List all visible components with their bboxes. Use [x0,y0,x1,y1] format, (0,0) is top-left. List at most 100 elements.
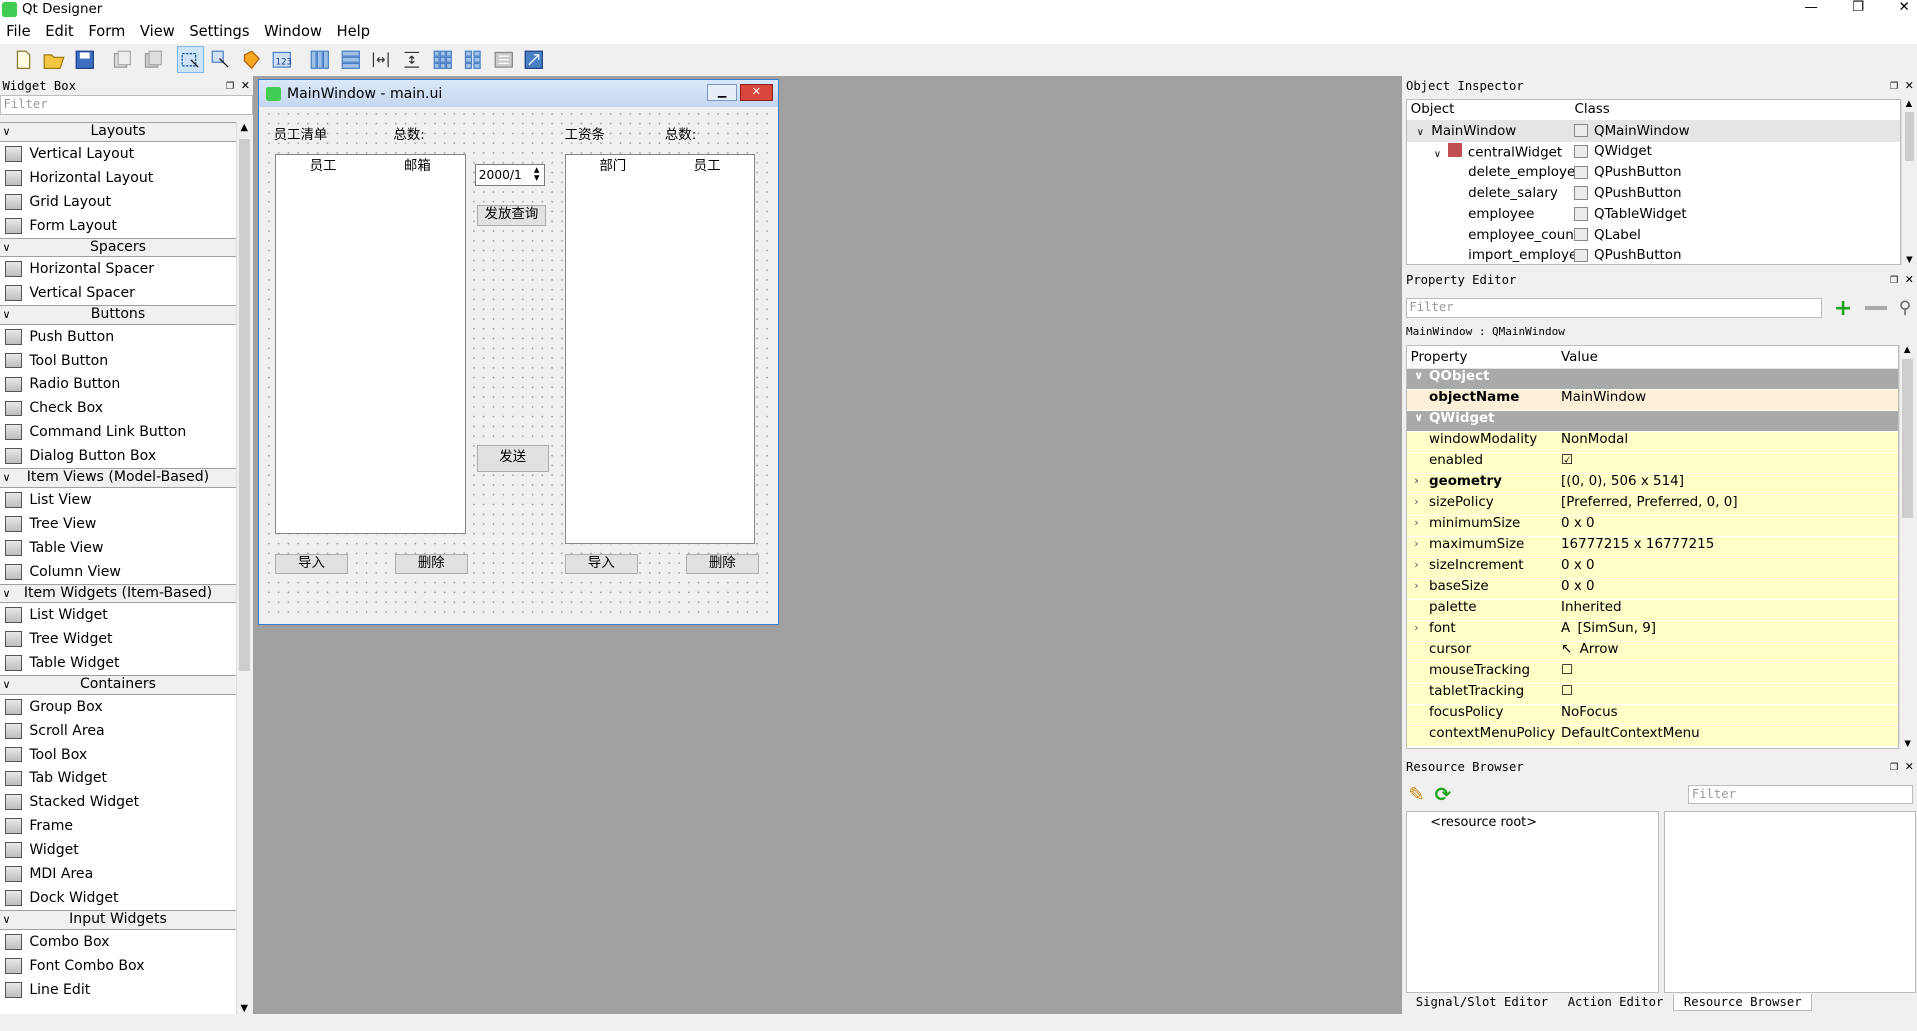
remove-dynamic-property-icon[interactable] [1864,306,1887,310]
chevron-down-icon[interactable]: ∨ [1414,369,1423,382]
property-row[interactable]: mouseTracking ☐ [1406,663,1898,685]
lay-out-form-icon[interactable] [459,46,486,73]
widget-category-header[interactable]: ∨ Item Widgets (Item-Based) [0,583,236,604]
property-row[interactable]: › sizeIncrement 0 x 0 [1406,558,1898,580]
menu-settings[interactable]: Settings [189,23,249,40]
chevron-right-icon[interactable]: › [1414,474,1419,487]
resource-tree[interactable]: <resource root> [1405,810,1660,993]
widget-item[interactable]: Tree View [0,511,236,536]
widget-category-header[interactable]: ∨ Containers [0,675,236,695]
object-tree-scrollbar[interactable]: ▲ ▼ [1901,99,1916,266]
property-row[interactable]: contextMenuPolicy DefaultContextMenu [1406,726,1898,748]
property-value[interactable]: 0 x 0 [1561,558,1595,573]
column-header[interactable]: 邮箱 [370,155,464,177]
spin-arrows-icon[interactable]: ▲ ▼ [531,165,543,183]
object-tree-row[interactable]: employee QTableWidget [1407,204,1900,225]
object-tree-row[interactable]: import_employee QPushButton [1407,245,1900,266]
float-icon[interactable]: ❐ [226,78,234,93]
column-header[interactable]: 部门 [566,155,660,177]
minimize-button[interactable]: — [1805,0,1818,15]
object-column-header[interactable]: Object [1407,102,1574,117]
widget-item[interactable]: Vertical Spacer [0,281,236,306]
chevron-right-icon[interactable]: › [1414,621,1418,634]
chevron-right-icon[interactable]: › [1414,558,1418,571]
property-row[interactable]: › maximumSize 16777215 x 16777215 [1406,537,1898,559]
resource-file-list[interactable] [1663,810,1916,993]
employee-table[interactable]: 员工 邮箱 [274,153,466,535]
widget-item[interactable]: Widget [0,838,236,863]
property-value[interactable]: ☐ [1561,663,1573,678]
edit-tab-order-icon[interactable]: 123 [269,46,296,73]
close-icon[interactable]: ✕ [1905,272,1913,287]
resource-filter-input[interactable]: Filter [1688,784,1914,805]
widget-item[interactable]: Command Link Button [0,420,236,445]
property-value[interactable]: [SimSun, 9] [1578,621,1657,636]
form-close-button[interactable]: ✕ [739,84,773,102]
menu-edit[interactable]: Edit [45,23,73,40]
lay-out-vertical-splitter-icon[interactable] [398,46,425,73]
add-dynamic-property-icon[interactable]: + [1834,296,1852,321]
widget-item[interactable]: Horizontal Layout [0,165,236,190]
widget-item[interactable]: Group Box [0,694,236,719]
object-tree-row[interactable]: employee_count QLabel [1407,225,1900,246]
send-button[interactable]: 发送 [476,444,549,472]
lay-out-horizontal-splitter-icon[interactable] [368,46,395,73]
menu-form[interactable]: Form [88,23,125,40]
widget-item[interactable]: Dock Widget [0,886,236,911]
widget-item[interactable]: Check Box [0,396,236,421]
property-row[interactable]: › font A [SimSun, 9] [1406,621,1898,643]
menu-help[interactable]: Help [337,23,370,40]
issue-query-button[interactable]: 发放查询 [476,205,547,226]
value-column-header[interactable]: Value [1556,346,1898,368]
close-icon[interactable]: ✕ [241,78,249,93]
property-value[interactable]: ☑ [1561,453,1573,468]
import-employee-button[interactable]: 导入 [274,553,349,575]
lay-out-horizontally-icon[interactable] [307,46,334,73]
property-value[interactable]: [Preferred, Preferred, 0, 0] [1561,495,1738,510]
import-salary-button[interactable]: 导入 [564,553,638,575]
object-tree-row[interactable]: ∨ centralWidget QWidget [1407,142,1900,163]
chevron-down-icon[interactable]: ∨ [1417,127,1424,138]
property-filter-input[interactable]: Filter [1405,298,1822,318]
widget-item[interactable]: Tool Box [0,742,236,767]
object-tree-row[interactable]: ∨ MainWindow QMainWindow [1406,120,1901,142]
property-row[interactable]: objectName MainWindow [1406,390,1898,412]
widget-item[interactable]: Grid Layout [0,189,236,214]
property-row[interactable]: focusPolicy NoFocus [1406,705,1898,727]
column-header[interactable]: 员工 [276,155,370,177]
scrollbar-thumb[interactable] [1902,359,1914,519]
property-value[interactable]: 16777215 x 16777215 [1561,537,1714,552]
close-icon[interactable]: ✕ [1905,78,1913,93]
chevron-down-icon[interactable]: ∨ [1414,411,1423,424]
property-value[interactable]: MainWindow [1561,390,1646,405]
property-value[interactable]: NoFocus [1561,705,1618,720]
widget-category-header[interactable]: ∨ Item Views (Model-Based) [0,468,236,488]
widget-box-scrollbar[interactable]: ▲ ▼ [235,122,252,1014]
float-icon[interactable]: ❐ [1890,272,1898,287]
save-form-icon[interactable] [71,46,98,73]
widget-item[interactable]: Form Layout [0,213,236,238]
edit-widgets-icon[interactable] [177,46,205,74]
reload-icon[interactable]: ⟳ [1435,783,1451,806]
widget-category-header[interactable]: ∨ Buttons [0,305,236,325]
lay-out-grid-icon[interactable] [429,46,456,73]
lay-out-vertically-icon[interactable] [337,46,364,73]
edit-signals-slots-icon[interactable] [208,46,235,73]
widget-item[interactable]: Stacked Widget [0,790,236,815]
widget-item[interactable]: Scroll Area [0,718,236,743]
property-row[interactable]: › sizePolicy [Preferred, Preferred, 0, 0] [1406,495,1898,517]
widget-item[interactable]: Radio Button [0,372,236,397]
tab-signal-slot-editor[interactable]: Signal/Slot Editor [1406,994,1558,1011]
tab-resource-browser[interactable]: Resource Browser [1673,993,1813,1012]
close-icon[interactable]: ✕ [1905,759,1913,774]
widget-item[interactable]: List View [0,487,236,512]
widget-category-header[interactable]: ∨ Spacers [0,237,236,258]
widget-box-filter-input[interactable]: Filter [0,95,254,115]
widget-item[interactable]: Dialog Button Box [0,444,236,469]
delete-salary-button[interactable]: 删除 [685,553,759,575]
widget-item[interactable]: Combo Box [0,929,236,954]
property-group-header[interactable]: ∨ QObject [1406,368,1898,390]
salary-table[interactable]: 部门 员工 [564,153,756,544]
property-row[interactable]: enabled ☑ [1406,453,1898,475]
widget-item[interactable]: Frame [0,814,236,839]
